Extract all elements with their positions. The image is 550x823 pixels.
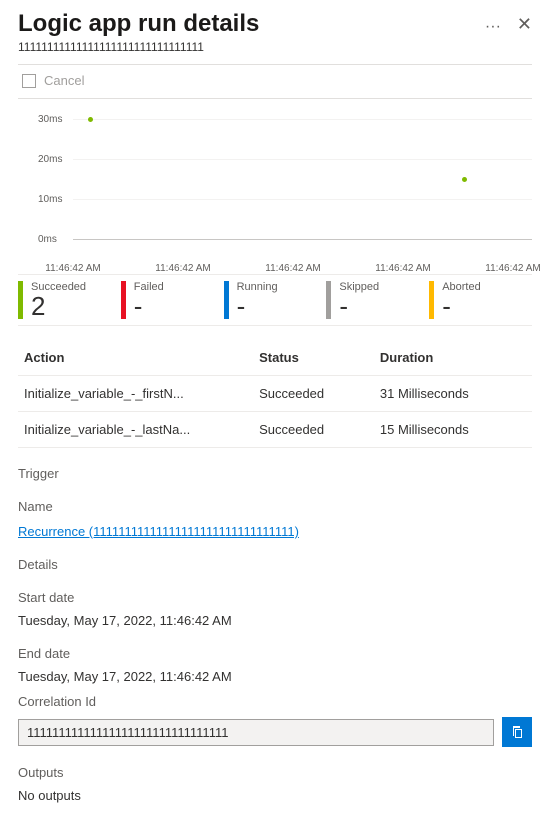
x-tick-1: 11:46:42 AM — [155, 263, 210, 274]
actions-tbody: Initialize_variable_-_firstN...Succeeded… — [18, 376, 532, 448]
status-value: 2 — [31, 293, 86, 319]
duration-chart: 30ms 20ms 10ms 0ms 11:46:42 AM 11:46:42 … — [18, 109, 532, 274]
status-item-failed[interactable]: Failed- — [121, 275, 224, 325]
trigger-section-label: Trigger — [18, 466, 532, 481]
correlation-id-label: Correlation Id — [18, 694, 532, 709]
status-value: - — [134, 293, 164, 319]
end-date-value: Tuesday, May 17, 2022, 11:46:42 AM — [18, 669, 532, 684]
start-date-value: Tuesday, May 17, 2022, 11:46:42 AM — [18, 613, 532, 628]
table-row[interactable]: Initialize_variable_-_lastNa...Succeeded… — [18, 412, 532, 448]
x-tick-4: 11:46:42 AM — [485, 263, 540, 274]
col-action[interactable]: Action — [18, 340, 253, 376]
cell-duration: 31 Milliseconds — [374, 376, 532, 412]
status-item-skipped[interactable]: Skipped- — [326, 275, 429, 325]
trigger-link[interactable]: Recurrence (1111111111111111111111111111… — [18, 524, 532, 539]
status-stripe — [18, 281, 23, 319]
y-tick-30: 30ms — [38, 114, 62, 125]
status-stripe — [121, 281, 126, 319]
cancel-command[interactable]: Cancel — [18, 65, 532, 98]
x-tick-0: 11:46:42 AM — [45, 263, 100, 274]
start-date-label: Start date — [18, 590, 532, 605]
cancel-icon — [22, 74, 36, 88]
page-title: Logic app run details — [18, 10, 475, 38]
copy-icon — [509, 724, 525, 740]
status-value: - — [442, 293, 481, 319]
chart-point — [88, 117, 93, 122]
end-date-label: End date — [18, 646, 532, 661]
x-tick-3: 11:46:42 AM — [375, 263, 430, 274]
cancel-label: Cancel — [44, 73, 84, 88]
cell-action: Initialize_variable_-_lastNa... — [18, 412, 253, 448]
status-summary-bar: Succeeded2Failed-Running-Skipped-Aborted… — [18, 274, 532, 326]
status-value: - — [237, 293, 278, 319]
status-stripe — [326, 281, 331, 319]
cell-duration: 15 Milliseconds — [374, 412, 532, 448]
status-stripe — [224, 281, 229, 319]
correlation-id-input[interactable] — [18, 719, 494, 746]
outputs-value: No outputs — [18, 788, 532, 803]
x-tick-2: 11:46:42 AM — [265, 263, 320, 274]
cell-action: Initialize_variable_-_firstN... — [18, 376, 253, 412]
status-item-succeeded[interactable]: Succeeded2 — [18, 275, 121, 325]
chart-point — [462, 177, 467, 182]
outputs-section-label: Outputs — [18, 765, 532, 780]
cell-status: Succeeded — [253, 376, 374, 412]
y-tick-10: 10ms — [38, 194, 62, 205]
actions-table: Action Status Duration Initialize_variab… — [18, 340, 532, 448]
status-item-running[interactable]: Running- — [224, 275, 327, 325]
col-duration[interactable]: Duration — [374, 340, 532, 376]
status-value: - — [339, 293, 379, 319]
close-button[interactable]: ✕ — [517, 14, 532, 35]
y-tick-20: 20ms — [38, 154, 62, 165]
y-tick-0: 0ms — [38, 234, 57, 245]
trigger-name-label: Name — [18, 499, 532, 514]
cell-status: Succeeded — [253, 412, 374, 448]
col-status[interactable]: Status — [253, 340, 374, 376]
more-actions-button[interactable]: ··· — [485, 18, 501, 36]
details-section-label: Details — [18, 557, 532, 572]
table-row[interactable]: Initialize_variable_-_firstN...Succeeded… — [18, 376, 532, 412]
status-item-aborted[interactable]: Aborted- — [429, 275, 532, 325]
run-id-subtitle: 11111111111111111111111111111111 — [18, 40, 475, 54]
copy-button[interactable] — [502, 717, 532, 747]
status-stripe — [429, 281, 434, 319]
